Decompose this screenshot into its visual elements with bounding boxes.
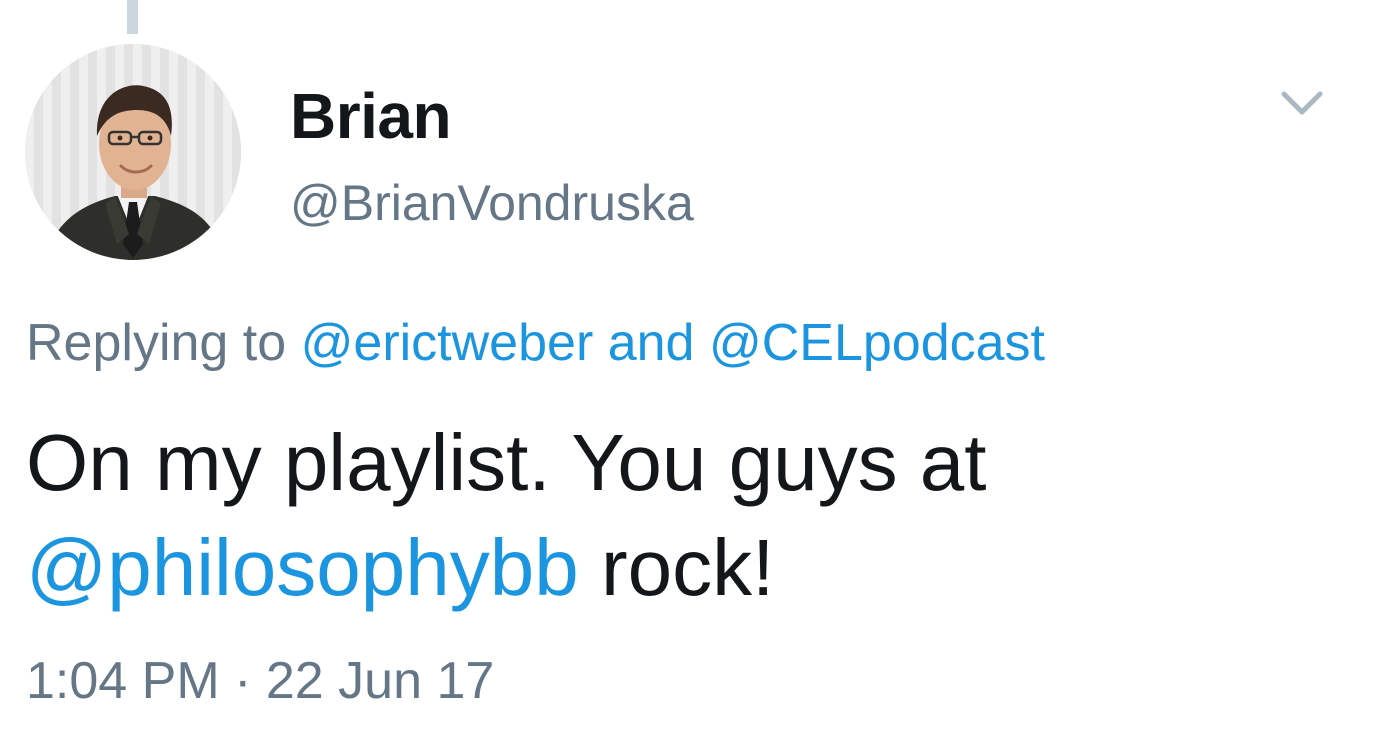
tweet-body-line: On my playlist. You guys at <box>26 418 987 507</box>
reply-joiner[interactable]: and <box>608 314 695 372</box>
tweet-body: On my playlist. You guys at @philosophyb… <box>26 410 1366 620</box>
chevron-down-icon[interactable] <box>1272 80 1332 124</box>
reply-mention-erictweber[interactable]: @erictweber <box>301 314 594 372</box>
avatar[interactable] <box>25 44 241 260</box>
reply-mention-celpodcast[interactable]: @CELpodcast <box>709 314 1045 372</box>
thread-connector-line <box>127 0 138 34</box>
reply-prefix: Replying to <box>26 314 287 372</box>
author-display-name[interactable]: Brian <box>290 78 452 155</box>
tweet-timestamp[interactable]: 1:04 PM · 22 Jun 17 <box>26 650 494 712</box>
author-handle[interactable]: @BrianVondruska <box>290 173 694 233</box>
avatar-photo <box>25 44 241 260</box>
tweet-mention-philosophybb[interactable]: @philosophybb <box>26 523 579 612</box>
tweet-body-suffix: rock! <box>600 523 775 612</box>
reply-context: Replying to @erictweber and @CELpodcast <box>26 312 1045 374</box>
